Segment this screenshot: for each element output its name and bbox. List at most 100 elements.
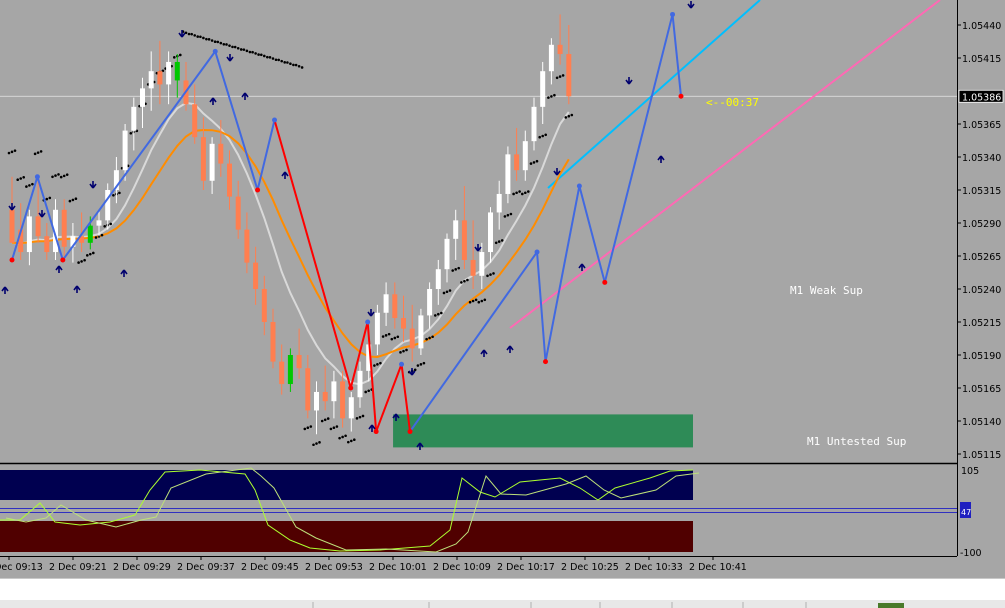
candle-body xyxy=(461,220,467,260)
candle-body xyxy=(87,225,93,243)
zigzag-point xyxy=(670,11,676,17)
sar-dot xyxy=(457,266,461,270)
price-panel-bg xyxy=(0,0,957,462)
candle-body xyxy=(279,361,285,385)
sar-dot xyxy=(207,38,211,41)
price-tick-label: 1.05365 xyxy=(962,120,1001,131)
sar-dot xyxy=(45,197,49,201)
sar-dot xyxy=(80,260,83,263)
time-tick-label: 2 Dec 09:45 xyxy=(241,562,299,573)
sar-dot xyxy=(353,438,356,442)
sar-dot xyxy=(440,311,443,315)
price-tick-label: 1.05265 xyxy=(962,252,1001,263)
sar-dot xyxy=(22,176,26,179)
zigzag-point xyxy=(543,359,549,365)
price-tick-label: 1.05340 xyxy=(962,153,1001,164)
price-tick-label: 1.05115 xyxy=(962,450,1001,461)
candle-body xyxy=(200,137,206,181)
sar-dot xyxy=(28,184,31,187)
sar-dot xyxy=(486,274,489,278)
sar-dot xyxy=(492,272,495,275)
candle-body xyxy=(166,61,172,85)
candle-body xyxy=(35,216,41,237)
sar-dot xyxy=(33,152,37,156)
candle-body xyxy=(9,209,15,243)
candle-body xyxy=(374,312,380,345)
sar-dot xyxy=(358,415,362,419)
weak-support-label: M1 Weak Sup xyxy=(790,284,863,297)
zigzag-point xyxy=(373,429,379,435)
sar-dot xyxy=(344,434,347,438)
sar-dot xyxy=(51,175,54,179)
sar-dot xyxy=(62,174,66,178)
sar-dot xyxy=(303,427,307,431)
candle-body xyxy=(401,318,406,329)
candle-body xyxy=(348,397,354,419)
candle-body xyxy=(96,220,102,226)
candle-body xyxy=(557,44,563,55)
oversold-band xyxy=(0,521,693,552)
sar-dot xyxy=(318,441,321,444)
sar-dot xyxy=(48,196,52,200)
sar-dot xyxy=(257,53,260,56)
sar-dot xyxy=(179,53,182,57)
candle-body xyxy=(296,355,302,369)
bottom-tab-bar[interactable] xyxy=(0,578,1005,608)
sar-dot xyxy=(300,66,304,69)
candle-body xyxy=(531,106,537,142)
sar-dot xyxy=(527,190,530,193)
sar-dot xyxy=(320,419,324,423)
candle-body xyxy=(305,368,311,411)
sar-dot xyxy=(524,191,527,195)
sar-dot xyxy=(419,363,423,366)
time-tick-label: 2 Dec 10:33 xyxy=(625,562,683,573)
sar-dot xyxy=(271,57,275,60)
time-tick-label: 2 Dec 10:17 xyxy=(497,562,555,573)
candle-body xyxy=(235,196,241,230)
sar-dot xyxy=(379,361,382,365)
candle-body xyxy=(496,193,502,213)
sar-dot xyxy=(553,93,556,97)
zigzag-point xyxy=(678,93,684,99)
sar-dot xyxy=(77,261,80,264)
time-tick-label: 2 Dec 09:29 xyxy=(113,562,171,573)
time-tick-label: 2 Dec 10:09 xyxy=(433,562,491,573)
sar-dot xyxy=(283,61,287,64)
sar-dot xyxy=(428,336,431,340)
sar-dot xyxy=(94,236,98,239)
sar-dot xyxy=(515,191,518,195)
candle-body xyxy=(357,370,363,398)
sar-dot xyxy=(460,281,463,284)
candle-body xyxy=(435,269,441,289)
sar-dot xyxy=(112,193,115,197)
sar-dot xyxy=(213,40,217,44)
candle-body xyxy=(26,216,32,253)
price-tick-label: 1.05165 xyxy=(962,384,1001,395)
candle-body xyxy=(540,71,546,107)
sar-dot xyxy=(13,149,17,152)
sar-dot xyxy=(431,335,434,339)
sar-dot xyxy=(402,349,405,353)
sar-dot xyxy=(512,192,515,196)
candle-body xyxy=(409,328,415,349)
sar-dot xyxy=(361,414,365,418)
sar-dot xyxy=(292,63,295,67)
sar-dot xyxy=(494,241,498,245)
candle-body xyxy=(444,238,450,270)
sar-dot xyxy=(564,116,568,119)
sar-dot xyxy=(239,48,243,51)
sar-dot xyxy=(251,50,254,54)
candle-body xyxy=(253,262,259,289)
time-tick-label: 2 Dec 09:37 xyxy=(177,562,235,573)
candle-body xyxy=(505,154,511,194)
sar-dot xyxy=(297,64,301,68)
sar-dot xyxy=(16,178,20,182)
sar-dot xyxy=(323,418,327,422)
candle-body xyxy=(392,294,398,319)
sar-dot xyxy=(65,173,69,176)
sar-dot xyxy=(260,53,263,57)
sar-dot xyxy=(451,269,455,272)
trading-chart[interactable]: M1 Weak Sup M1 Untested Sup <--00:37 1.054… xyxy=(0,0,1005,608)
zigzag-point xyxy=(9,257,15,263)
sar-dot xyxy=(373,364,376,367)
